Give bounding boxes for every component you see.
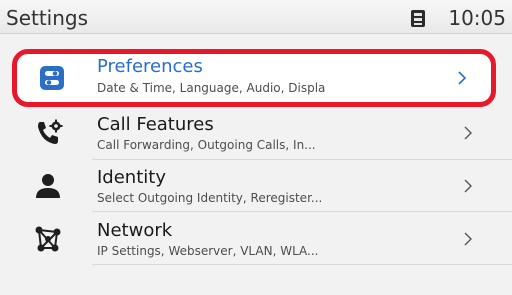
row-divider: [92, 211, 512, 212]
network-icon: [31, 222, 65, 256]
clock: 10:05: [448, 6, 506, 30]
person-icon: [31, 169, 65, 203]
screen-title: Settings: [6, 6, 89, 30]
item-title: Call Features: [97, 114, 214, 135]
battery-icon: [411, 10, 425, 27]
chevron-right-icon: [464, 126, 472, 140]
item-title: Preferences: [97, 56, 203, 77]
chevron-right-icon: [464, 179, 472, 193]
phone-gear-icon: [32, 116, 66, 150]
chevron-right-icon: [464, 232, 472, 246]
item-title: Identity: [97, 167, 166, 188]
item-title: Network: [97, 220, 173, 241]
chevron-right-icon: [458, 71, 467, 85]
item-subtitle: Call Forwarding, Outgoing Calls, In...: [97, 138, 316, 152]
item-subtitle: Select Outgoing Identity, Reregister...: [97, 191, 323, 205]
item-subtitle: Date & Time, Language, Audio, Displa: [97, 81, 326, 95]
settings-screen: Settings 10:05 Preferences Date & Time, …: [0, 0, 512, 295]
preferences-toggle-icon: [35, 61, 69, 95]
row-divider: [92, 264, 512, 265]
status-bar: Settings 10:05: [0, 0, 512, 34]
item-subtitle: IP Settings, Webserver, VLAN, WLA...: [97, 244, 319, 258]
settings-menu-list: Preferences Date & Time, Language, Audio…: [0, 34, 512, 295]
menu-item-preferences[interactable]: Preferences Date & Time, Language, Audio…: [12, 49, 496, 107]
menu-item-identity[interactable]: Identity Select Outgoing Identity, Rereg…: [0, 165, 512, 221]
row-divider: [92, 159, 512, 160]
menu-item-network[interactable]: Network IP Settings, Webserver, VLAN, WL…: [0, 218, 512, 274]
